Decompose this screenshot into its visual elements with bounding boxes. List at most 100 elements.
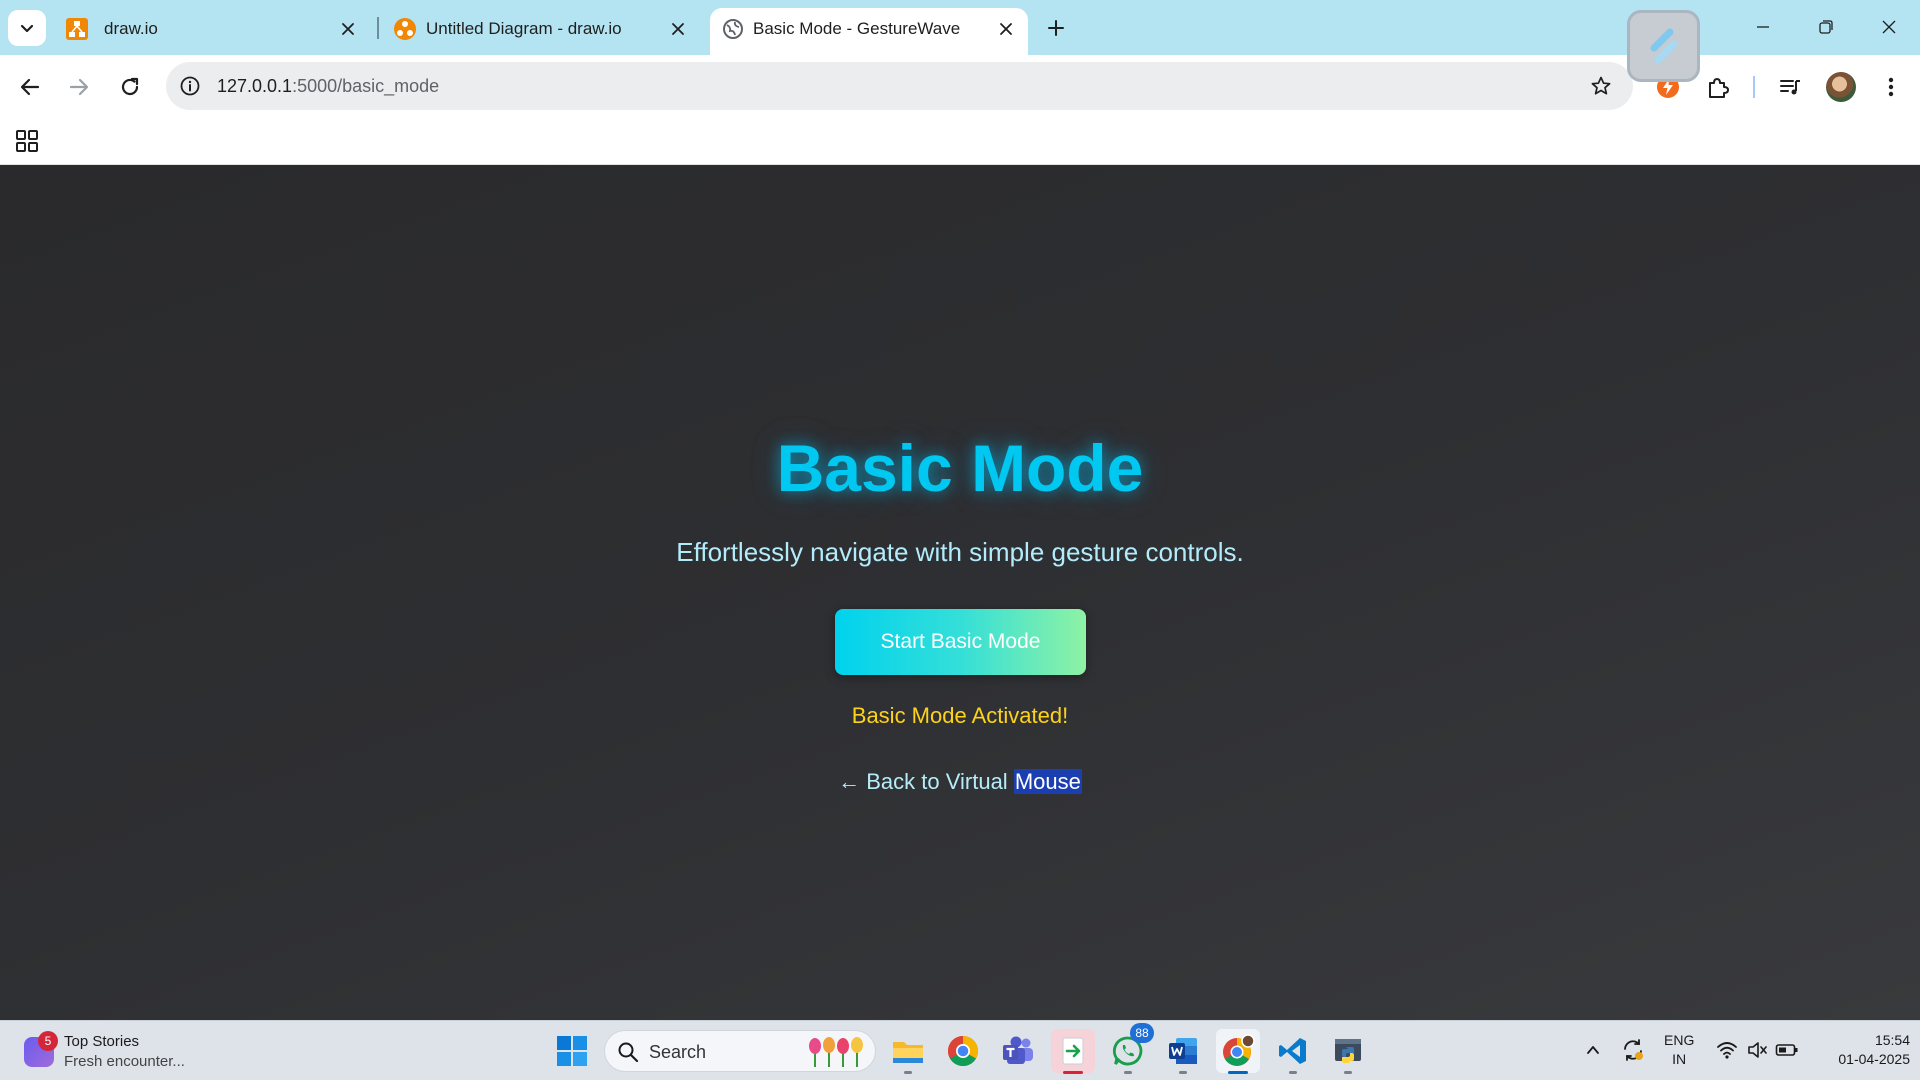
tab-close-button[interactable] <box>666 17 690 41</box>
queue-music-icon <box>1780 80 1800 95</box>
tab-close-button[interactable] <box>336 17 360 41</box>
exit-app-icon <box>1062 1037 1084 1065</box>
running-indicator <box>1344 1071 1352 1074</box>
back-to-virtual-mouse-link[interactable]: ← Back to Virtual Mouse <box>0 769 1920 795</box>
news-title: Top Stories <box>64 1033 140 1050</box>
chrome-profile-icon <box>1223 1034 1255 1066</box>
volume-muted-icon <box>1748 1042 1767 1058</box>
taskbar-teams[interactable] <box>996 1029 1040 1073</box>
reload-icon <box>121 77 139 96</box>
teams-icon <box>1003 1036 1033 1064</box>
battery-tray-button[interactable] <box>1772 1035 1802 1065</box>
site-info-button[interactable] <box>176 72 204 100</box>
battery-icon <box>1775 1044 1798 1056</box>
url-host: 127.0.0.1 <box>217 76 293 96</box>
start-basic-mode-button[interactable]: Start Basic Mode <box>835 609 1086 675</box>
back-link-highlighted-text: Mouse <box>1013 769 1082 794</box>
address-url: 127.0.0.1:5000/basic_mode <box>217 76 439 97</box>
news-subtitle: Fresh encounter... <box>64 1053 185 1070</box>
language-line2: IN <box>1672 1051 1687 1067</box>
minimize-icon <box>1757 26 1769 28</box>
new-tab-button[interactable] <box>1040 13 1072 43</box>
taskbar-chrome[interactable] <box>941 1029 985 1073</box>
volume-tray-button[interactable] <box>1742 1035 1772 1065</box>
page-title: Basic Mode <box>776 431 1144 505</box>
wifi-tray-button[interactable] <box>1712 1035 1742 1065</box>
restore-icon <box>1819 20 1833 34</box>
taskbar-chrome-profile[interactable] <box>1216 1029 1260 1074</box>
close-icon <box>1000 23 1012 35</box>
tulips-icon <box>809 1037 863 1067</box>
close-icon <box>672 23 684 35</box>
tab-title: Basic Mode - GestureWave <box>753 19 961 38</box>
bookmarks-bar <box>0 118 1920 165</box>
taskbar-vscode[interactable] <box>1271 1029 1315 1074</box>
tab-strip: draw.io Untitled Diagram - draw.io Basic… <box>0 0 1920 82</box>
forward-button[interactable] <box>62 70 96 104</box>
reload-button[interactable] <box>113 70 147 104</box>
running-indicator <box>1289 1071 1297 1074</box>
taskbar-word[interactable] <box>1161 1029 1205 1074</box>
tab-title: draw.io <box>104 19 158 38</box>
running-indicator <box>904 1071 912 1074</box>
chrome-icon <box>947 1036 979 1067</box>
drawio-icon <box>394 18 416 40</box>
chevron-down-icon <box>20 24 34 33</box>
minimize-button[interactable] <box>1745 12 1781 42</box>
plus-icon <box>1048 20 1064 36</box>
arrow-left-icon <box>20 78 40 96</box>
address-bar[interactable]: 127.0.0.1:5000/basic_mode <box>166 62 1633 110</box>
running-indicator <box>1063 1071 1083 1074</box>
news-widget[interactable]: 5 Top Stories Fresh encounter... <box>20 1027 220 1075</box>
tab-untitled-diagram[interactable]: Untitled Diagram - draw.io <box>380 8 700 55</box>
profile-avatar[interactable] <box>1826 72 1856 102</box>
close-icon <box>342 23 354 35</box>
vscode-icon <box>1279 1038 1306 1064</box>
more-vertical-icon <box>1888 77 1894 97</box>
language-indicator[interactable]: ENG IN <box>1664 1031 1694 1069</box>
close-window-button[interactable] <box>1871 12 1907 42</box>
tab-title: Untitled Diagram - draw.io <box>426 19 622 38</box>
floating-app-icon[interactable] <box>1627 10 1700 82</box>
system-clock[interactable]: 15:54 01-04-2025 <box>1810 1031 1910 1069</box>
sync-icon <box>1624 1039 1643 1061</box>
puzzle-icon <box>1709 78 1729 98</box>
apps-grid-icon[interactable] <box>14 128 40 154</box>
taskbar-exit-app[interactable] <box>1051 1029 1095 1074</box>
back-button[interactable] <box>13 70 47 104</box>
taskbar-search-box[interactable]: Search <box>604 1030 876 1072</box>
taskbar-whatsapp[interactable]: 88 <box>1106 1023 1154 1074</box>
url-path: :5000/basic_mode <box>292 76 440 96</box>
stripes-logo-icon <box>1650 28 1677 64</box>
language-line1: ENG <box>1664 1032 1695 1048</box>
tab-basic-mode[interactable]: Basic Mode - GestureWave <box>710 8 1028 55</box>
show-hidden-icons-button[interactable] <box>1578 1035 1608 1065</box>
chevron-up-icon <box>1587 1046 1599 1054</box>
arrow-right-icon <box>69 78 89 96</box>
tab-drawio[interactable]: draw.io <box>52 8 370 55</box>
word-icon <box>1169 1038 1197 1064</box>
tab-search-button[interactable] <box>8 10 46 46</box>
restore-button[interactable] <box>1808 12 1844 42</box>
python-icon <box>1335 1039 1361 1063</box>
file-explorer-icon <box>893 1042 923 1063</box>
whatsapp-unread-badge: 88 <box>1130 1023 1154 1043</box>
taskbar-file-explorer[interactable] <box>886 1029 930 1074</box>
search-icon <box>618 1042 639 1063</box>
media-controls-button[interactable] <box>1773 70 1807 104</box>
running-indicator <box>1179 1071 1187 1074</box>
info-icon <box>180 76 200 96</box>
wifi-icon <box>1717 1042 1737 1059</box>
bookmark-star-button[interactable] <box>1587 72 1615 100</box>
sync-tray-button[interactable] <box>1618 1035 1648 1065</box>
windows-start-icon[interactable] <box>556 1035 588 1067</box>
browser-menu-button[interactable] <box>1874 70 1908 104</box>
clock-time: 15:54 <box>1874 1032 1910 1048</box>
tab-close-button[interactable] <box>994 17 1018 41</box>
toolbar-divider <box>1753 76 1755 98</box>
globe-icon <box>723 19 743 39</box>
taskbar-python[interactable] <box>1326 1029 1370 1074</box>
drawio-icon <box>66 18 88 40</box>
back-link-text: ← Back to Virtual <box>838 769 1014 794</box>
extensions-button[interactable] <box>1701 70 1735 104</box>
